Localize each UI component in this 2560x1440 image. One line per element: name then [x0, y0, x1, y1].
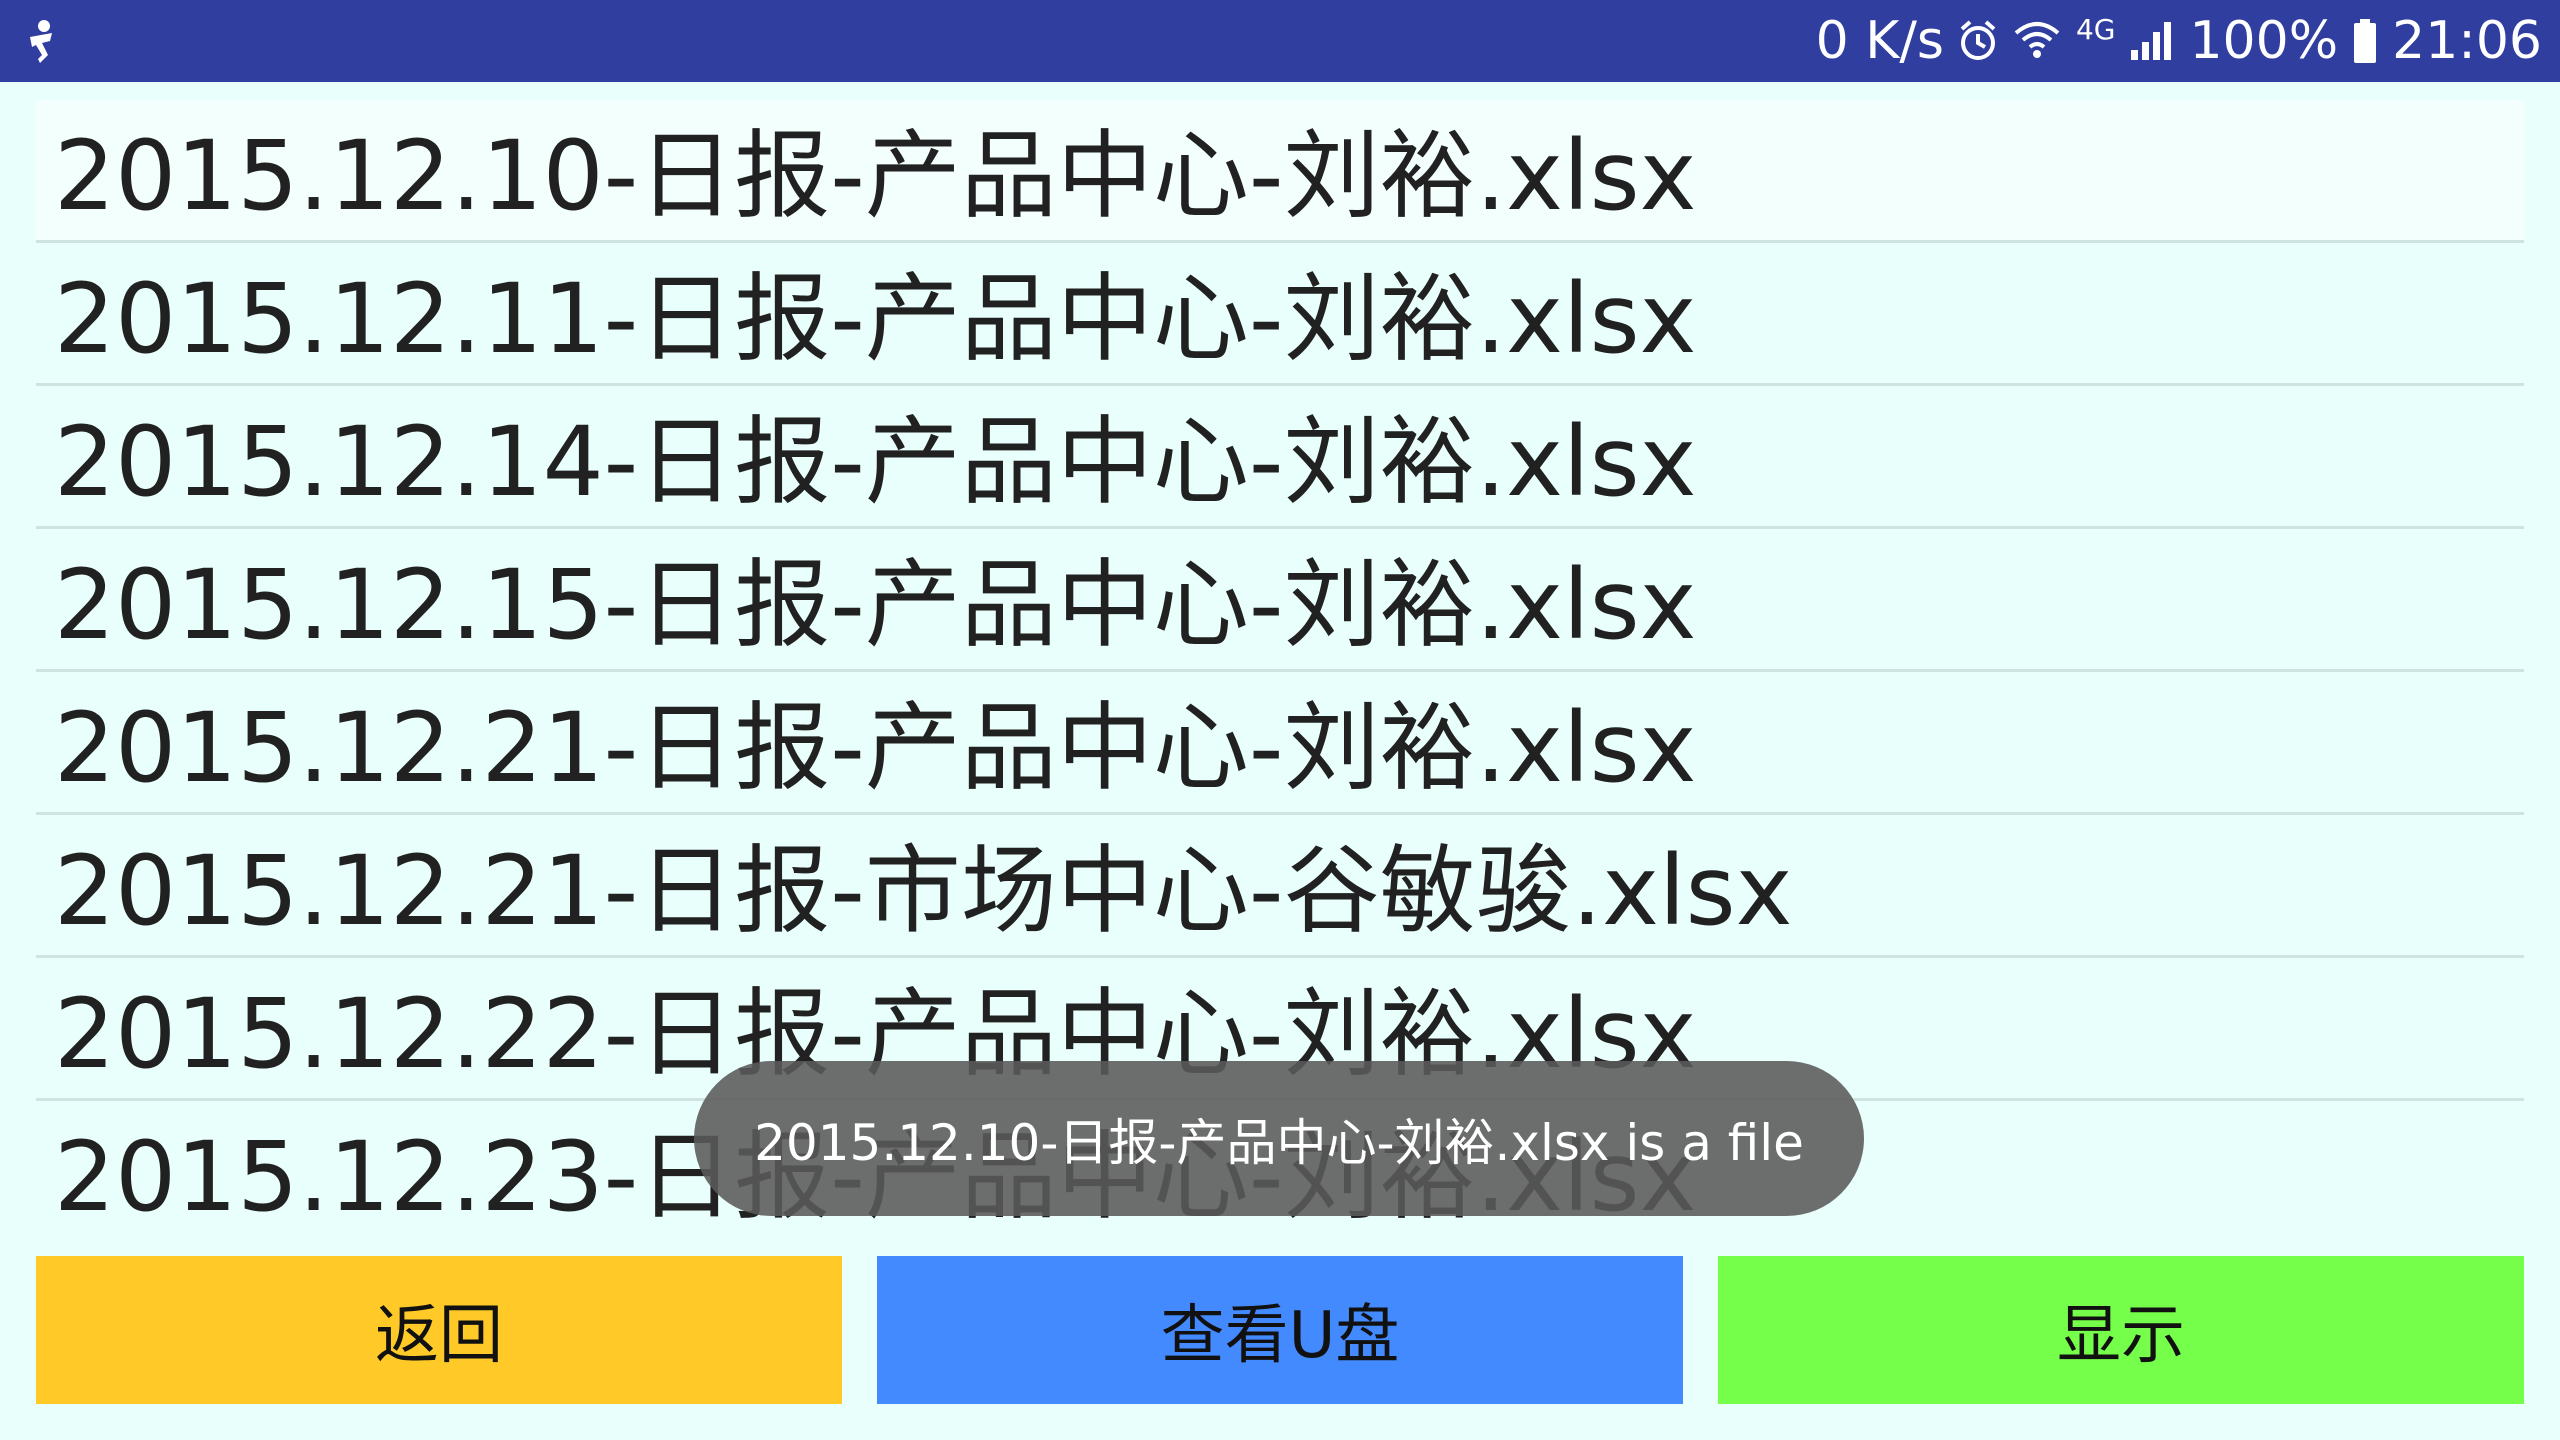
wifi-icon: [2012, 19, 2062, 63]
list-item[interactable]: 2015.12.10-日报-产品中心-刘裕.xlsx: [36, 100, 2524, 243]
list-item[interactable]: 2015.12.21-日报-产品中心-刘裕.xlsx: [36, 672, 2524, 815]
alarm-icon: [1958, 19, 1998, 63]
back-button-label: 返回: [375, 1299, 503, 1373]
signal-icon: [2129, 20, 2175, 62]
list-item[interactable]: 2015.12.14-日报-产品中心-刘裕.xlsx: [36, 386, 2524, 529]
list-item[interactable]: 2015.12.11-日报-产品中心-刘裕.xlsx: [36, 243, 2524, 386]
button-bar: 返回 查看U盘 显示: [36, 1256, 2524, 1404]
list-item[interactable]: 2015.12.21-日报-市场中心-谷敏骏.xlsx: [36, 815, 2524, 958]
show-button[interactable]: 显示: [1718, 1256, 2524, 1404]
network-type-text: 4G: [2075, 12, 2116, 46]
net-speed-text: 0 K/s: [1815, 11, 1944, 71]
view-usb-button-label: 查看U盘: [1160, 1299, 1400, 1373]
battery-percent-text: 100%: [2189, 11, 2339, 71]
toast-text: 2015.12.10-日报-产品中心-刘裕.xlsx is a file: [754, 1113, 1804, 1172]
list-item[interactable]: 2015.12.15-日报-产品中心-刘裕.xlsx: [36, 529, 2524, 672]
file-list: 2015.12.10-日报-产品中心-刘裕.xlsx 2015.12.11-日报…: [36, 100, 2524, 1220]
battery-icon: [2352, 18, 2378, 64]
status-bar: 0 K/s 4G 100% 21:06: [0, 0, 2560, 82]
view-usb-button[interactable]: 查看U盘: [877, 1256, 1683, 1404]
toast-message: 2015.12.10-日报-产品中心-刘裕.xlsx is a file: [694, 1061, 1864, 1216]
usb-debug-icon: [14, 14, 70, 70]
show-button-label: 显示: [2057, 1299, 2185, 1373]
back-button[interactable]: 返回: [36, 1256, 842, 1404]
clock-text: 21:06: [2392, 11, 2542, 71]
